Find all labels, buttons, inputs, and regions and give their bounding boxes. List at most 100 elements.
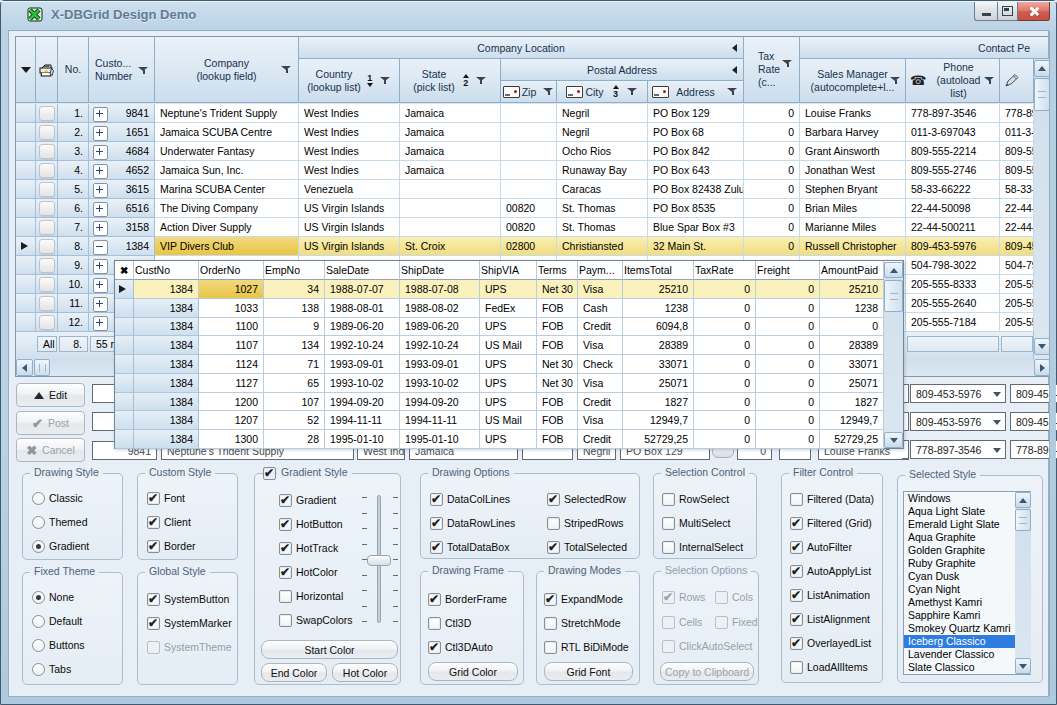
detail-cell-empno[interactable]: 134 — [264, 336, 325, 355]
detail-cell-amountpaid[interactable]: 28389 — [820, 336, 884, 355]
detail-cell-freight[interactable]: 0 — [756, 411, 820, 430]
style-listbox[interactable]: WindowsAqua Light SlateEmerald Light Sla… — [903, 491, 1031, 675]
checkbox-rowselect[interactable] — [662, 493, 675, 506]
style-list-item[interactable]: Aqua Graphite — [904, 531, 1030, 544]
phone-cell[interactable]: 22-44-500211 — [906, 218, 1000, 237]
phone-cell[interactable]: 205-555-2640 — [906, 294, 1000, 313]
zip-cell[interactable]: 02800 — [501, 237, 557, 256]
checkbox-ctl3dauto[interactable] — [428, 641, 441, 654]
state-cell[interactable] — [400, 218, 501, 237]
address-cell[interactable]: PO Box 842 — [648, 142, 744, 161]
checkbox-fixed[interactable] — [715, 616, 728, 629]
customer-number-cell[interactable]: 9841 — [89, 104, 155, 123]
contact-cell[interactable]: 809-453-5976 — [1000, 237, 1034, 256]
contact-group-header[interactable]: Contact Pe — [800, 37, 1049, 59]
address-cell[interactable]: PO Box 8535 — [648, 199, 744, 218]
detail-cell-amountpaid[interactable]: 25071 — [820, 374, 884, 393]
detail-cell-terms[interactable]: FOB — [537, 299, 578, 318]
company-cell[interactable]: VIP Divers Club — [155, 237, 299, 256]
checkbox-swapcolors[interactable] — [279, 614, 292, 627]
style-list-item[interactable]: Cyan Dusk — [904, 570, 1030, 583]
row-number-cell[interactable]: 11. — [58, 294, 89, 313]
detail-column-header-itemstotal[interactable]: ItemsTotal — [623, 261, 694, 280]
checkbox-systemtheme[interactable] — [147, 641, 160, 654]
address-cell[interactable]: PO Box 68 — [648, 123, 744, 142]
state-cell[interactable] — [400, 180, 501, 199]
radio-classic[interactable] — [32, 492, 45, 505]
checkbox-ctl3d[interactable] — [428, 617, 441, 630]
detail-cell-itemstotal[interactable]: 25210 — [623, 280, 694, 299]
detail-cell-terms[interactable]: Net 30 — [537, 374, 578, 393]
radio-default[interactable] — [32, 615, 45, 628]
customer-number-cell[interactable]: 3615 — [89, 180, 155, 199]
phone-column-header[interactable]: ☎Phone (autoload list) — [906, 59, 1000, 103]
row-number-cell[interactable]: 4. — [58, 161, 89, 180]
tax-rate-cell[interactable]: 0 — [744, 104, 800, 123]
detail-cell-empno[interactable]: 34 — [264, 280, 325, 299]
row-marker-cell[interactable] — [16, 237, 36, 256]
sales-manager-cell[interactable]: Marianne Miles — [800, 218, 906, 237]
detail-column-header-freight[interactable]: Freight — [756, 261, 820, 280]
style-list-item[interactable]: Iceberg Classico — [904, 635, 1030, 648]
detail-column-header-shipdate[interactable]: ShipDate — [400, 261, 480, 280]
row-checkbox[interactable] — [39, 144, 55, 159]
row-select-cell[interactable] — [36, 237, 58, 256]
row-checkbox[interactable] — [39, 125, 55, 140]
expand-row-button[interactable] — [93, 107, 108, 122]
phone-cell[interactable]: 809-555-2214 — [906, 142, 1000, 161]
h-scroll-right-button[interactable] — [1034, 359, 1050, 376]
filter-icon[interactable] — [281, 65, 292, 74]
checkbox-datarowlines[interactable] — [430, 517, 443, 530]
tax-rate-cell[interactable]: 0 — [744, 218, 800, 237]
company-cell[interactable]: Jamaica Sun, Inc. — [155, 161, 299, 180]
detail-cell-amountpaid[interactable]: 0 — [820, 318, 884, 337]
city-cell[interactable]: St. Thomas — [557, 199, 648, 218]
zip-cell[interactable] — [501, 104, 557, 123]
state-cell[interactable]: Jamaica — [400, 161, 501, 180]
copy-to-clipboard-button[interactable]: Copy to Clipboard — [660, 662, 754, 681]
detail-row-marker[interactable] — [115, 280, 134, 299]
detail-cell-saledate[interactable]: 1993-09-01 — [325, 355, 400, 374]
tax-rate-cell[interactable]: 0 — [744, 142, 800, 161]
detail-cell-orderno[interactable]: 1207 — [199, 411, 264, 430]
row-select-cell[interactable] — [36, 218, 58, 237]
print-column-header[interactable] — [36, 37, 58, 103]
detail-cell-orderno[interactable]: 1100 — [199, 318, 264, 337]
detail-column-header-taxrate[interactable]: TaxRate — [694, 261, 756, 280]
detail-cell-freight[interactable]: 0 — [756, 355, 820, 374]
expand-row-button[interactable] — [93, 278, 108, 293]
checkbox-selectedrow[interactable] — [547, 493, 560, 506]
customer-number-cell[interactable]: 1384 — [89, 237, 155, 256]
detail-cell-shipdate[interactable]: 1988-08-02 — [400, 299, 480, 318]
detail-close-header[interactable]: ✖ — [115, 261, 134, 280]
detail-cell-taxrate[interactable]: 0 — [694, 299, 756, 318]
checkbox-datacollines[interactable] — [430, 493, 443, 506]
detail-column-header-empno[interactable]: EmpNo — [264, 261, 325, 280]
company-cell[interactable]: Jamaica SCUBA Centre — [155, 123, 299, 142]
contact-cell[interactable]: 22-44-50098 — [1000, 199, 1034, 218]
expand-row-button[interactable] — [93, 164, 108, 179]
detail-cell-terms[interactable]: FOB — [537, 430, 578, 449]
detail-column-header-custno[interactable]: CustNo — [134, 261, 199, 280]
state-cell[interactable]: Jamaica — [400, 142, 501, 161]
checkbox-autoapplylist[interactable] — [790, 565, 803, 578]
detail-cell-saledate[interactable]: 1995-01-10 — [325, 430, 400, 449]
detail-cell-taxrate[interactable]: 0 — [694, 280, 756, 299]
detail-cell-saledate[interactable]: 1988-08-01 — [325, 299, 400, 318]
detail-cell-itemstotal[interactable]: 1827 — [623, 393, 694, 412]
detail-cell-freight[interactable]: 0 — [756, 393, 820, 412]
city-cell[interactable]: Caracas — [557, 180, 648, 199]
detail-cell-custno[interactable]: 1384 — [134, 355, 199, 374]
detail-cell-custno[interactable]: 1384 — [134, 411, 199, 430]
address-cell[interactable]: PO Box 129 — [648, 104, 744, 123]
city-cell[interactable]: Negril — [557, 104, 648, 123]
checkbox-stripedrows[interactable] — [547, 517, 560, 530]
sales-manager-cell[interactable]: Brian Miles — [800, 199, 906, 218]
detail-cell-custno[interactable]: 1384 — [134, 393, 199, 412]
zip-cell[interactable] — [501, 123, 557, 142]
detail-cell-orderno[interactable]: 1124 — [199, 355, 264, 374]
grid-font-button[interactable]: Grid Font — [544, 662, 633, 681]
detail-cell-custno[interactable]: 1384 — [134, 280, 199, 299]
city-cell[interactable]: Christiansted — [557, 237, 648, 256]
expand-row-button[interactable] — [93, 221, 108, 236]
